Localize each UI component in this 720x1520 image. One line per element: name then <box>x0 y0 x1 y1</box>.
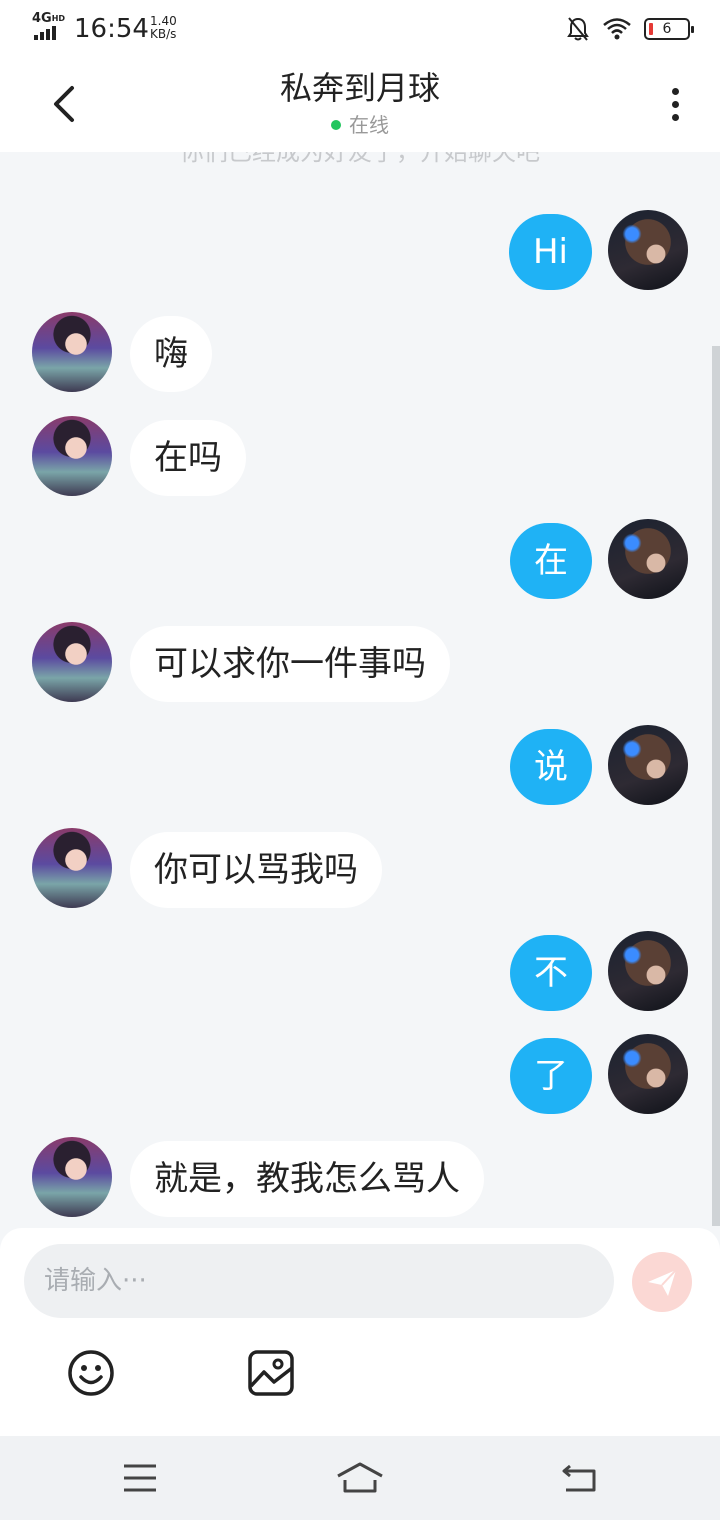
scrollbar[interactable] <box>712 346 720 1226</box>
online-status-label: 在线 <box>349 113 389 137</box>
page-title: 私奔到月球 <box>279 69 440 107</box>
avatar[interactable] <box>608 1034 688 1114</box>
message-bubble-incoming[interactable]: 在吗 <box>130 420 246 496</box>
clock: 16:54 <box>74 14 149 44</box>
net-speed: 1.40 KB/s <box>150 15 177 41</box>
avatar[interactable] <box>608 931 688 1011</box>
avatar[interactable] <box>608 210 688 290</box>
status-icons: 6 <box>566 14 694 44</box>
battery-icon: 6 <box>644 18 694 40</box>
avatar[interactable] <box>608 725 688 805</box>
message-input[interactable] <box>24 1244 614 1318</box>
composer <box>0 1228 720 1436</box>
chat-header: 私奔到月球 在线 <box>0 56 720 152</box>
network-hd: HD <box>51 14 66 23</box>
send-button[interactable] <box>632 1252 692 1312</box>
image-icon[interactable] <box>246 1348 296 1398</box>
message-bubble-outgoing[interactable]: 不 <box>510 935 592 1011</box>
avatar[interactable] <box>608 519 688 599</box>
avatar[interactable] <box>32 1137 112 1217</box>
message-bubble-outgoing[interactable]: 了 <box>510 1038 592 1114</box>
menu-icon[interactable] <box>120 1458 160 1498</box>
avatar[interactable] <box>32 622 112 702</box>
network-indicator: 4GHD <box>32 12 65 25</box>
system-notice: 你们已经成为好友了，开始聊天吧 <box>180 152 540 166</box>
status-bar: 4GHD 16:54 1.40 KB/s 6 <box>0 0 720 56</box>
message-bubble-incoming[interactable]: 嗨 <box>130 316 212 392</box>
wifi-icon <box>603 18 631 40</box>
system-nav-bar <box>0 1436 720 1520</box>
online-dot-icon <box>331 119 341 130</box>
message-bubble-outgoing[interactable]: 在 <box>510 523 592 599</box>
emoji-icon[interactable] <box>66 1348 116 1398</box>
message-bubble-incoming[interactable]: 你可以骂我吗 <box>130 832 382 908</box>
message-bubble-outgoing[interactable]: Hi <box>508 214 592 290</box>
network-type: 4G <box>32 11 52 26</box>
net-speed-unit: KB/s <box>150 27 177 41</box>
back-icon[interactable] <box>560 1458 600 1498</box>
online-status: 在线 <box>0 112 720 138</box>
avatar[interactable] <box>32 416 112 496</box>
message-bubble-outgoing[interactable]: 说 <box>510 729 592 805</box>
message-list[interactable]: 你们已经成为好友了，开始聊天吧 Hi 嗨 在吗 在 可以求你一件事吗 说 你可以… <box>0 152 720 1228</box>
signal-icon <box>34 26 62 40</box>
battery-level: 6 <box>662 21 672 37</box>
message-bubble-incoming[interactable]: 可以求你一件事吗 <box>130 626 450 702</box>
mute-bell-icon <box>567 17 589 41</box>
home-icon[interactable] <box>336 1458 384 1498</box>
message-bubble-incoming[interactable]: 就是，教我怎么骂人 <box>130 1141 484 1217</box>
avatar[interactable] <box>32 828 112 908</box>
send-plane-icon <box>648 1269 677 1296</box>
more-vertical-icon[interactable] <box>660 86 690 124</box>
avatar[interactable] <box>32 312 112 392</box>
